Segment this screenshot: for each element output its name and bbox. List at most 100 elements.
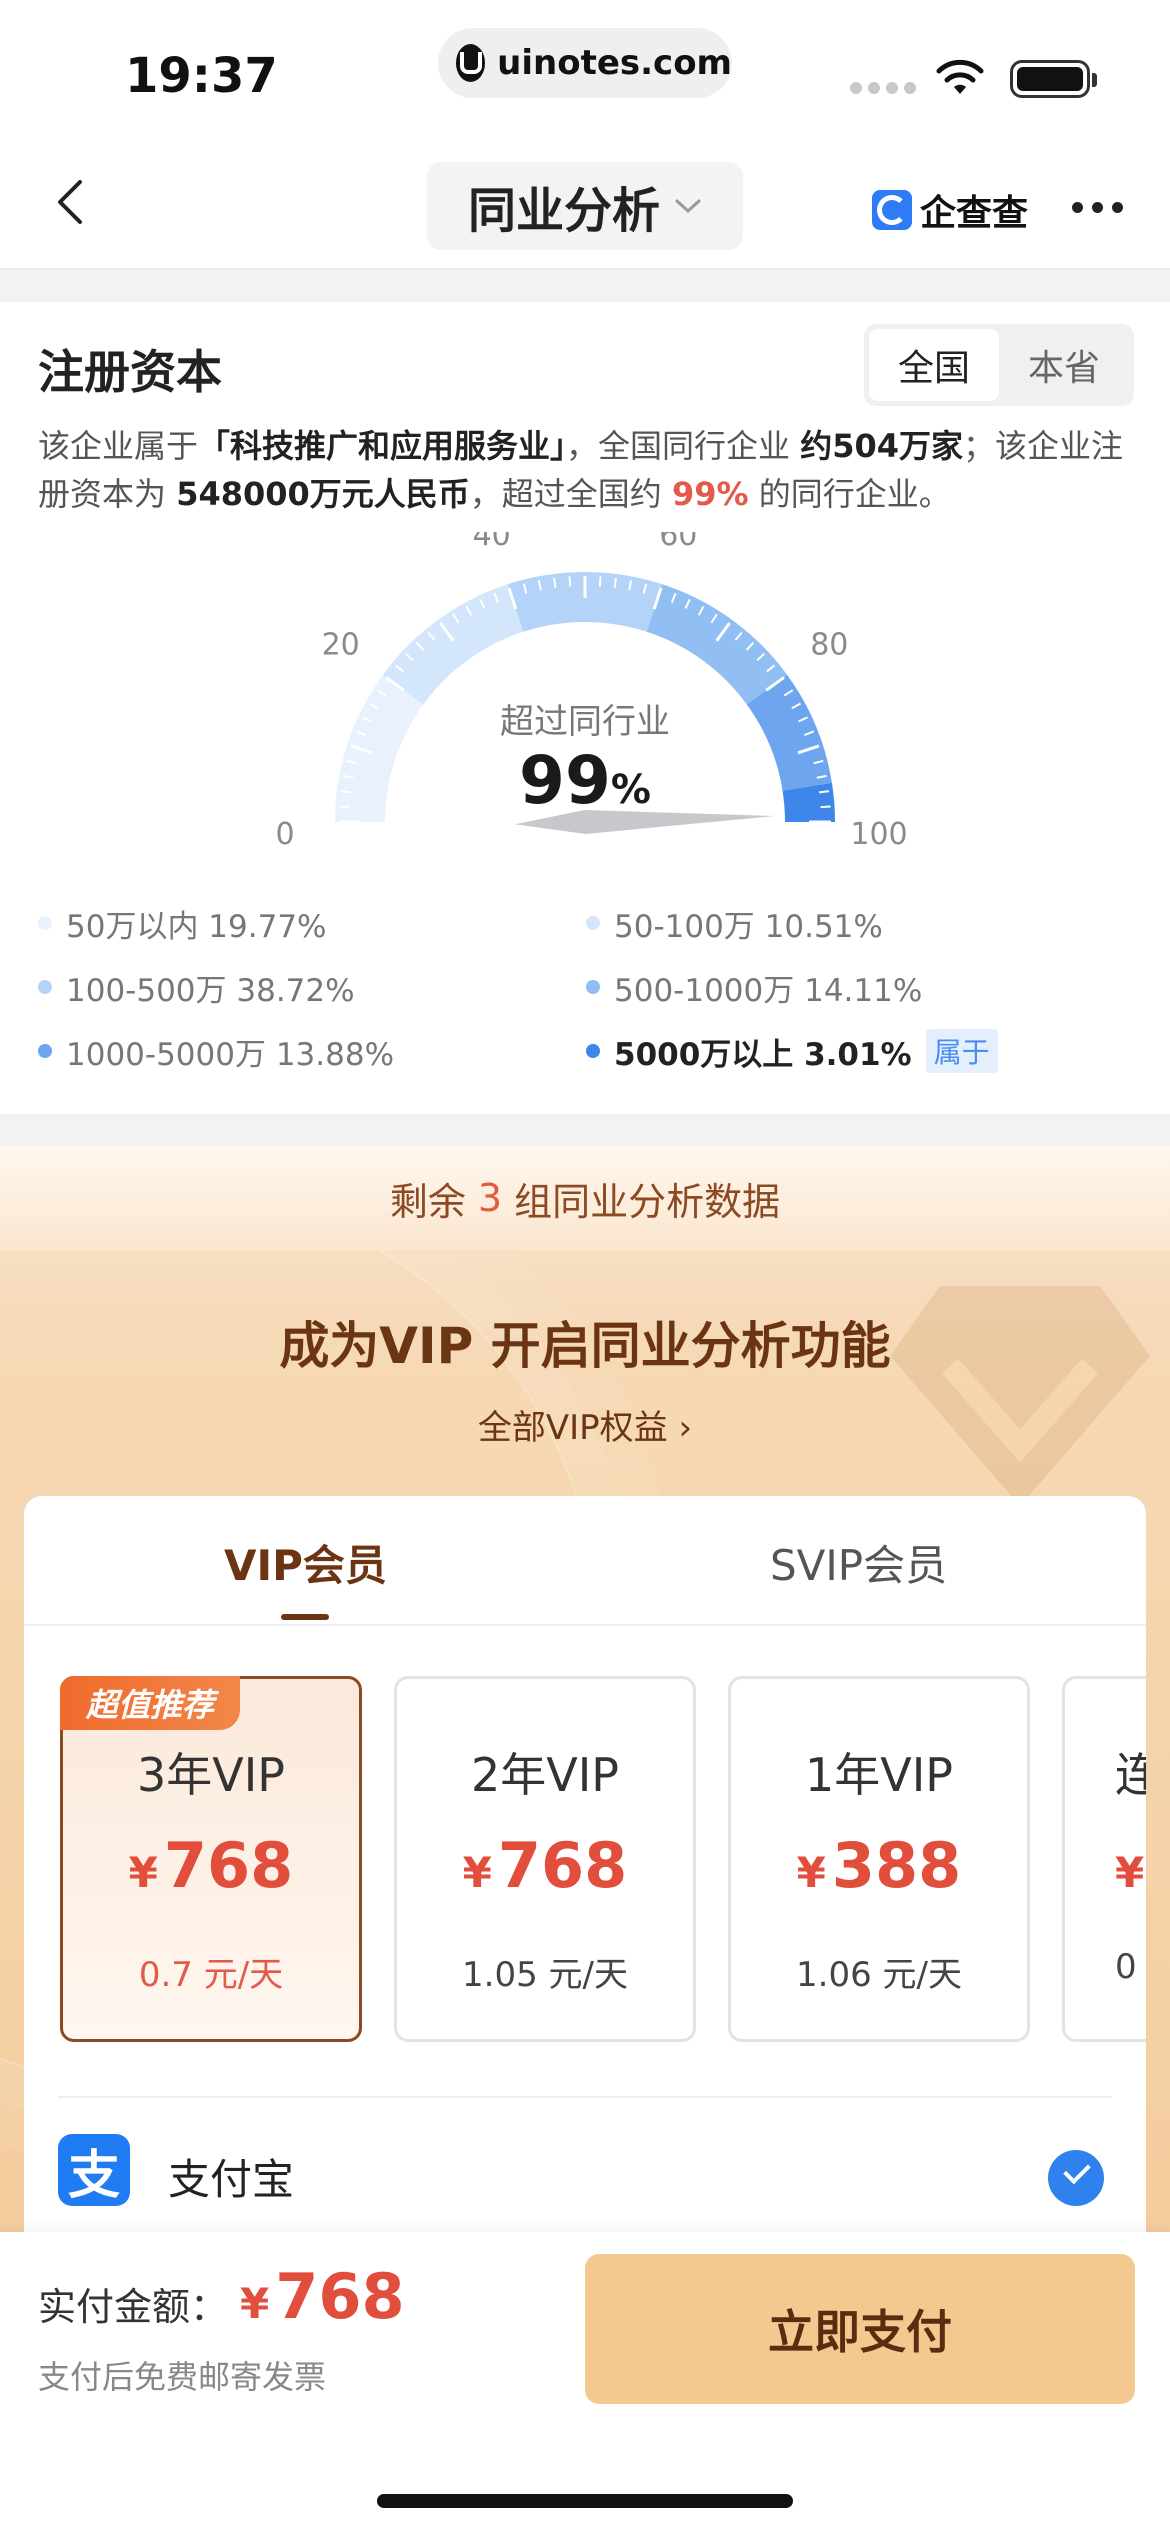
remaining-count: 3 — [477, 1176, 503, 1220]
remaining-banner: 剩余 3 组同业分析数据 — [0, 1146, 1170, 1250]
plan-price: ¥388 — [731, 1829, 1027, 1902]
vip-promo: 剩余 3 组同业分析数据 成为VIP 开启同业分析功能 全部VIP权益 › VI… — [0, 1146, 1170, 2236]
capital-card: 注册资本 全国 本省 该企业属于「科技推广和应用服务业」，全国同行企业 约504… — [0, 302, 1170, 1114]
battery-icon — [1010, 60, 1097, 98]
gauge-segment — [646, 584, 788, 705]
desc-capital: 548000万元人民币 — [176, 475, 470, 513]
site-logo-icon — [456, 44, 486, 82]
nav-bar: 同业分析 企查查 — [0, 130, 1170, 270]
legend-label: 500-1000万 14.11% — [614, 972, 923, 1009]
plan-price: ¥768 — [63, 1829, 359, 1902]
gauge-tick-label: 20 — [322, 627, 360, 662]
title-dropdown[interactable]: 同业分析 — [427, 162, 743, 250]
tab-underline — [281, 1614, 329, 1620]
plan-price-value: 388 — [831, 1829, 962, 1902]
plan-name: 2年VIP — [470, 1748, 620, 1802]
plan-card-2yr[interactable]: 2年VIP ¥768 1.05 元/天 — [394, 1676, 696, 2042]
legend-dot — [586, 980, 600, 994]
plan-price: ¥ — [1115, 1829, 1146, 1902]
payment-method-name: 支付宝 — [168, 2155, 295, 2204]
brand[interactable]: 企查查 — [872, 184, 1028, 236]
alipay-icon: 支 — [58, 2134, 130, 2206]
legend-dot — [38, 916, 52, 930]
remaining-prefix: 剩余 — [389, 1179, 466, 1224]
gauge-tick-label: 100 — [850, 817, 907, 852]
capital-legend: 50万以内 19.77% 50-100万 10.51% 100-500万 38.… — [38, 902, 1138, 1073]
home-indicator — [377, 2494, 793, 2508]
legend-dot — [38, 1044, 52, 1058]
pay-now-button[interactable]: 立即支付 — [585, 2254, 1135, 2404]
plan-card-3yr[interactable]: 超值推荐 3年VIP ¥768 0.7 元/天 — [60, 1676, 362, 2042]
plan-name: 1年VIP — [804, 1748, 954, 1802]
gauge-tick-label: 40 — [473, 532, 511, 553]
section-title: 注册资本 — [38, 345, 222, 399]
gauge-number: 99 — [519, 742, 611, 819]
total-label: 实付金额： — [38, 2285, 229, 2329]
legend-item: 50-100万 10.51% — [586, 902, 1134, 945]
plan-name: 3年VIP — [136, 1748, 286, 1802]
total-amount: ¥768 — [240, 2260, 405, 2333]
tab-vip[interactable]: VIP会员 — [224, 1532, 387, 1593]
legend-label: 50万以内 19.77% — [66, 908, 327, 945]
legend-label: 5000万以上 3.01% — [614, 1036, 912, 1073]
payment-method-alipay[interactable]: 支 支付宝 — [58, 2096, 1112, 2236]
more-icon[interactable] — [1072, 202, 1123, 213]
desc-industry: 「科技推广和应用服务业」 — [198, 427, 567, 465]
industry-description: 该企业属于「科技推广和应用服务业」，全国同行企业 约504万家；该企业注册资本为… — [38, 422, 1138, 518]
back-icon[interactable] — [48, 178, 96, 226]
currency-symbol: ¥ — [1115, 1848, 1145, 1897]
status-bar: 19:37 uinotes.com — [0, 0, 1170, 130]
plan-per-day: 1.06 元/天 — [796, 1955, 962, 1995]
status-time: 19:37 — [125, 48, 278, 104]
total-amount-value: 768 — [275, 2260, 405, 2333]
recommend-badge: 超值推荐 — [60, 1676, 240, 1730]
currency-symbol: ¥ — [240, 2279, 270, 2328]
desc-count: 约504万家 — [800, 427, 964, 465]
gauge-tick-label: 0 — [275, 817, 294, 852]
desc-mid1: ，全国同行企业 — [566, 427, 801, 465]
gauge-tick — [553, 577, 557, 588]
gauge-tick — [568, 576, 572, 587]
gauge-segment — [382, 584, 524, 705]
url-pill[interactable]: uinotes.com — [438, 28, 732, 98]
plan-per-day: 0.7 元/天 — [138, 1955, 284, 1995]
legend-item: 100-500万 38.72% — [38, 966, 586, 1009]
desc-percent: 99% — [671, 475, 749, 513]
promo-title: 成为VIP 开启同业分析功能 — [279, 1317, 891, 1375]
legend-dot — [586, 916, 600, 930]
membership-panel: VIP会员 SVIP会员 超值推荐 3年VIP ¥768 0.7 元/天 2年V… — [24, 1496, 1146, 2236]
scope-national-button[interactable]: 全国 — [869, 329, 999, 401]
checkout-bar: 实付金额： ¥768 支付后免费邮寄发票 立即支付 — [0, 2232, 1170, 2532]
desc-suffix: 的同行企业。 — [748, 475, 951, 513]
url-text: uinotes.com — [497, 43, 732, 83]
legend-label: 50-100万 10.51% — [614, 908, 883, 945]
plan-per-day: 0 — [1115, 1947, 1137, 1987]
tab-svip[interactable]: SVIP会员 — [770, 1532, 947, 1593]
gauge-tick — [613, 577, 617, 588]
scope-switch: 全国 本省 — [864, 324, 1134, 406]
check-icon[interactable] — [1048, 2150, 1104, 2206]
legend-item: 500-1000万 14.11% — [586, 966, 1134, 1009]
currency-symbol: ¥ — [128, 1848, 158, 1897]
desc-prefix: 该企业属于 — [38, 427, 199, 465]
currency-symbol: ¥ — [462, 1848, 492, 1897]
legend-label: 100-500万 38.72% — [66, 972, 355, 1009]
legend-label: 1000-5000万 13.88% — [66, 1036, 395, 1073]
gauge-label: 超过同行业 — [500, 702, 670, 742]
vip-benefits-link[interactable]: 全部VIP权益 › — [0, 1400, 1170, 1449]
plan-name: 连 — [1115, 1748, 1146, 1802]
belongs-badge: 属于 — [925, 1029, 998, 1073]
scope-province-button[interactable]: 本省 — [999, 329, 1129, 401]
legend-item: 50万以内 19.77% — [38, 902, 586, 945]
plan-per-day: 1.05 元/天 — [462, 1955, 628, 1995]
plan-price-value: 768 — [497, 1829, 628, 1902]
desc-mid3: ，超过全国约 — [469, 475, 672, 513]
legend-dot — [38, 980, 52, 994]
signal-icon — [850, 82, 916, 94]
gauge-tick-label: 60 — [659, 532, 697, 553]
plan-card-partial[interactable]: 连 ¥ 0 — [1062, 1676, 1146, 2042]
plan-card-1yr[interactable]: 1年VIP ¥388 1.06 元/天 — [728, 1676, 1030, 2042]
plan-price-value: 768 — [163, 1829, 294, 1902]
brand-name: 企查查 — [920, 193, 1029, 234]
gauge-tick — [598, 576, 602, 587]
